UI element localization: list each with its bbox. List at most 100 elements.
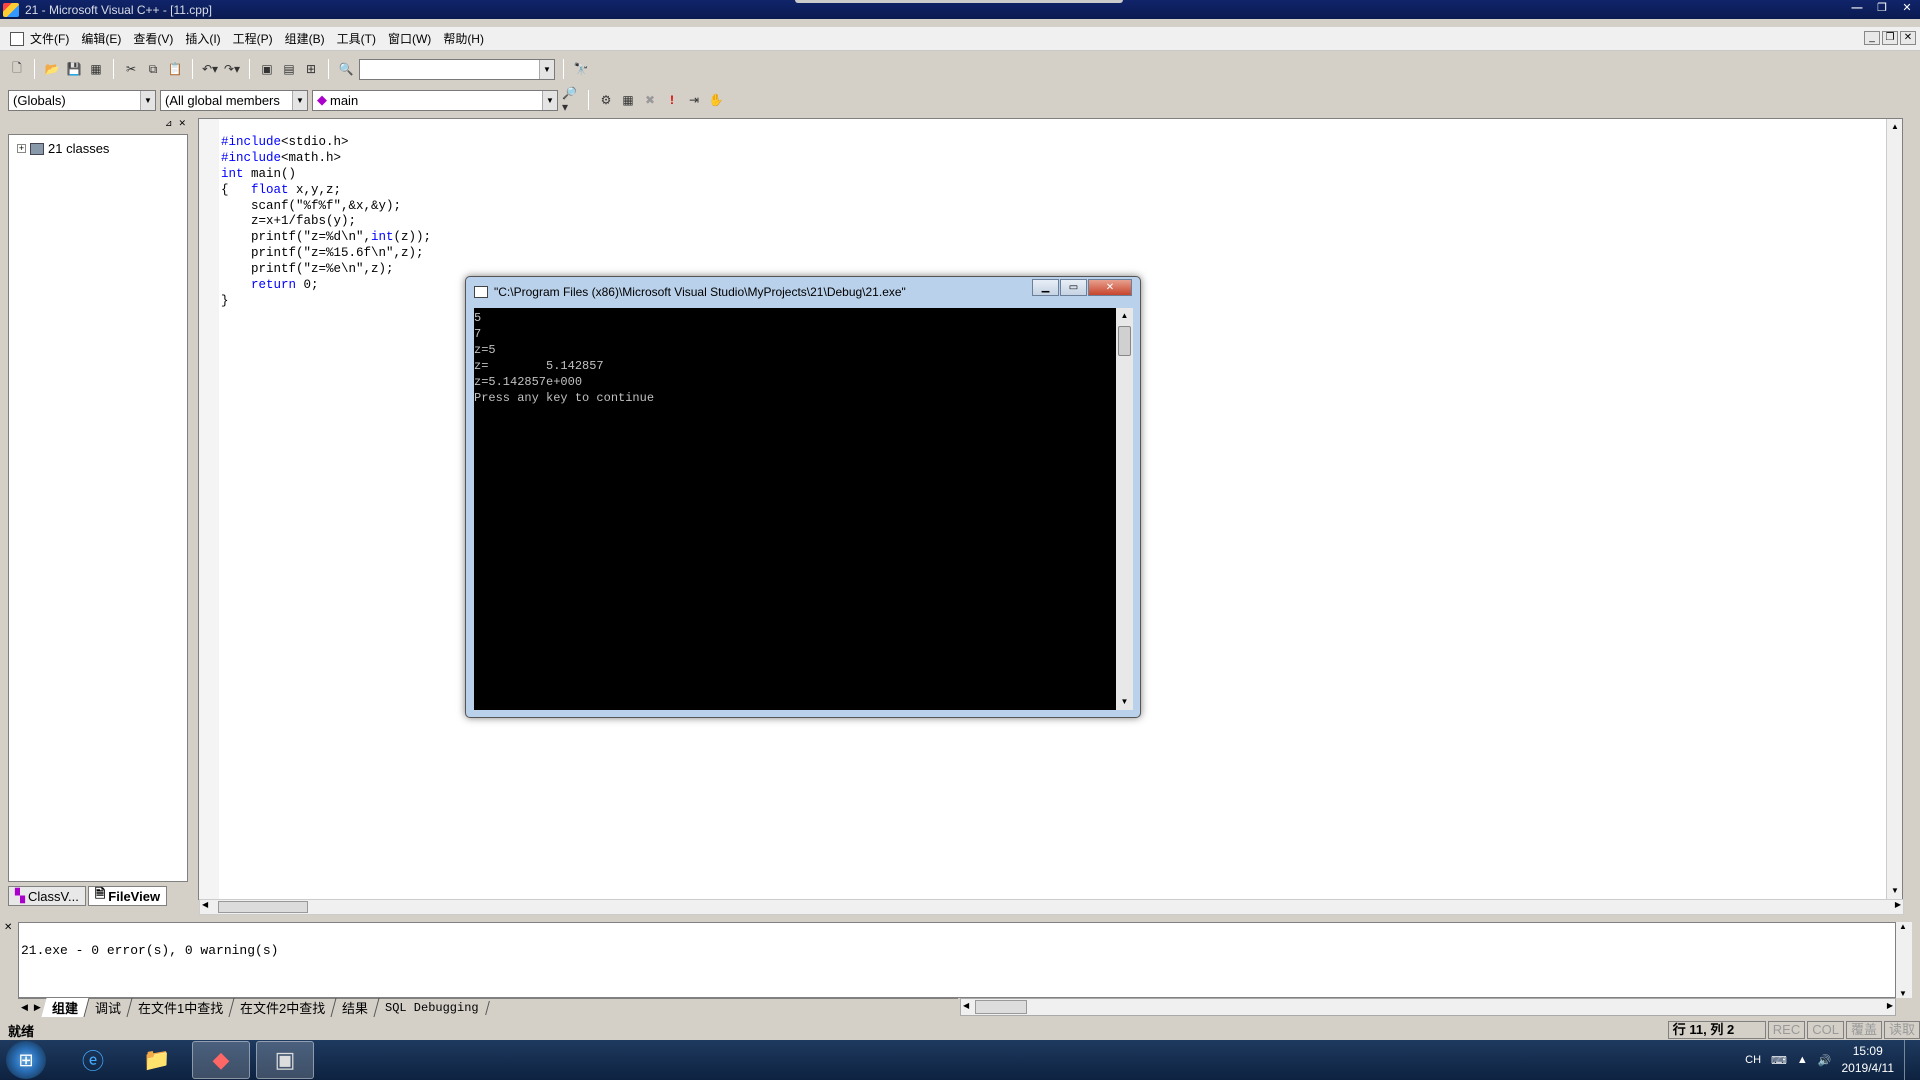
windows-taskbar: ⊞ ⓔ 📁 ◆ ▣ CH ⌨ ▲ 🔊 15:09 2019/4/11 bbox=[0, 1040, 1920, 1080]
maximize-button[interactable]: ❐ bbox=[1871, 1, 1893, 16]
scroll-down-icon[interactable]: ▼ bbox=[1116, 694, 1133, 710]
file-explorer-icon[interactable]: 📁 bbox=[128, 1041, 186, 1079]
tab-fileview[interactable]: 🗎 FileView bbox=[87, 886, 168, 906]
output-horizontal-scrollbar[interactable]: ◀ ▶ bbox=[960, 998, 1896, 1016]
menu-window[interactable]: 窗口(W) bbox=[382, 30, 437, 47]
scroll-thumb[interactable] bbox=[975, 1000, 1027, 1014]
breakpoint-hand-icon[interactable]: ✋ bbox=[707, 91, 725, 109]
scroll-thumb[interactable] bbox=[218, 901, 308, 913]
tab-results[interactable]: 结果 bbox=[331, 998, 380, 1017]
tree-root[interactable]: + 21 classes bbox=[17, 141, 109, 156]
mdi-close-icon[interactable]: ✕ bbox=[1900, 31, 1916, 45]
tab-build[interactable]: 组建 bbox=[41, 998, 90, 1017]
members-combo-value: (All global members bbox=[165, 92, 280, 108]
document-icon[interactable] bbox=[10, 31, 24, 46]
console-scrollbar[interactable]: ▲ ▼ bbox=[1116, 308, 1133, 710]
save-icon[interactable]: 💾 bbox=[65, 60, 83, 78]
find-in-files-icon[interactable]: 🔍 bbox=[337, 60, 355, 78]
workspace-icon[interactable]: ▣ bbox=[258, 60, 276, 78]
menu-edit[interactable]: 编辑(E) bbox=[75, 30, 127, 47]
menu-file[interactable]: 文件(F) bbox=[24, 30, 75, 47]
wizard-action-icon[interactable]: 🔎▾ bbox=[562, 86, 580, 114]
menu-view[interactable]: 查看(V) bbox=[127, 30, 179, 47]
ime-indicator[interactable]: CH bbox=[1745, 1054, 1761, 1066]
mdi-minimize-icon[interactable]: _ bbox=[1864, 31, 1880, 45]
console-maximize-button[interactable]: ▭ bbox=[1060, 279, 1087, 296]
tab-find-in-files-1[interactable]: 在文件1中查找 bbox=[127, 998, 235, 1017]
expand-icon[interactable]: + bbox=[17, 144, 26, 153]
tab-prev-icon[interactable]: ◀ bbox=[18, 1002, 31, 1013]
show-desktop-button[interactable] bbox=[1904, 1040, 1914, 1080]
tab-find-in-files-2[interactable]: 在文件2中查找 bbox=[229, 998, 337, 1017]
tab-debug[interactable]: 调试 bbox=[84, 998, 133, 1017]
output-window-icon[interactable]: ▤ bbox=[280, 60, 298, 78]
output-close-icon[interactable]: ✕ bbox=[4, 922, 12, 933]
scroll-thumb[interactable] bbox=[1118, 326, 1131, 356]
editor-horizontal-scrollbar[interactable]: ◀ ▶ bbox=[199, 899, 1904, 915]
redo-icon[interactable]: ↷▾ bbox=[223, 60, 241, 78]
editor-vertical-scrollbar[interactable]: ▲ ▼ bbox=[1886, 119, 1902, 899]
members-combo[interactable]: (All global members ▼ bbox=[160, 89, 308, 111]
cut-icon[interactable]: ✂ bbox=[122, 60, 140, 78]
scroll-up-icon[interactable]: ▲ bbox=[1899, 922, 1907, 931]
console-close-button[interactable]: ✕ bbox=[1088, 279, 1132, 296]
scroll-left-icon[interactable]: ◀ bbox=[202, 900, 208, 909]
output-vertical-scrollbar[interactable]: ▲ ▼ bbox=[1896, 922, 1912, 998]
visual-cpp-taskbar-icon[interactable]: ◆ bbox=[192, 1041, 250, 1079]
stop-build-icon[interactable]: ✖ bbox=[641, 91, 659, 109]
tab-classview-label: ClassV... bbox=[28, 888, 79, 904]
menu-tools[interactable]: 工具(T) bbox=[331, 30, 382, 47]
window-list-icon[interactable]: ⊞ bbox=[302, 60, 320, 78]
scroll-down-icon[interactable]: ▼ bbox=[1887, 883, 1903, 899]
build-icon[interactable]: ▦ bbox=[619, 91, 637, 109]
go-icon[interactable]: ⇥ bbox=[685, 91, 703, 109]
scroll-down-icon[interactable]: ▼ bbox=[1899, 989, 1907, 998]
scroll-right-icon[interactable]: ▶ bbox=[1887, 1001, 1893, 1010]
console-minimize-button[interactable]: ▁ bbox=[1032, 279, 1059, 296]
paste-icon[interactable]: 📋 bbox=[166, 60, 184, 78]
mdi-restore-icon[interactable]: ❐ bbox=[1882, 31, 1898, 45]
workspace-close-icon[interactable]: ✕ bbox=[178, 118, 186, 130]
dock-icon[interactable]: ⊿ bbox=[165, 118, 173, 130]
undo-icon[interactable]: ↶▾ bbox=[201, 60, 219, 78]
title-glow bbox=[795, 0, 1123, 3]
find-icon[interactable]: 🔭 bbox=[572, 60, 590, 78]
internet-explorer-icon[interactable]: ⓔ bbox=[64, 1041, 122, 1079]
execute-icon[interactable]: ! bbox=[663, 91, 681, 109]
scroll-right-icon[interactable]: ▶ bbox=[1895, 900, 1901, 909]
chevron-down-icon[interactable]: ▼ bbox=[542, 90, 557, 110]
menu-project[interactable]: 工程(P) bbox=[227, 30, 279, 47]
console-output-area[interactable]: 5 7 z=5 z= 5.142857 z=5.142857e+000 Press any… bbox=[474, 308, 1116, 710]
chevron-down-icon[interactable]: ▼ bbox=[539, 59, 554, 79]
save-all-icon[interactable]: ▦ bbox=[87, 60, 105, 78]
close-button[interactable]: ✕ bbox=[1896, 1, 1918, 16]
menu-insert[interactable]: 插入(I) bbox=[179, 30, 226, 47]
copy-icon[interactable]: ⧉ bbox=[144, 60, 162, 78]
minimize-button[interactable]: — bbox=[1846, 1, 1868, 16]
globals-combo[interactable]: (Globals) ▼ bbox=[8, 89, 156, 111]
tab-classview[interactable]: ▚ ClassV... bbox=[8, 886, 86, 906]
console-window[interactable]: "C:\Program Files (x86)\Microsoft Visual… bbox=[465, 276, 1141, 718]
scroll-left-icon[interactable]: ◀ bbox=[963, 1001, 969, 1010]
chevron-down-icon[interactable]: ▼ bbox=[292, 90, 307, 110]
clock[interactable]: 15:09 2019/4/11 bbox=[1842, 1043, 1895, 1077]
new-file-icon[interactable]: 🗋 bbox=[8, 60, 26, 78]
function-combo[interactable]: ◆ main ▼ bbox=[312, 89, 558, 111]
compile-icon[interactable]: ⚙ bbox=[597, 91, 615, 109]
tray-expand-icon[interactable]: ▲ bbox=[1797, 1054, 1808, 1066]
find-combo[interactable]: ▼ bbox=[359, 58, 555, 80]
code-line-5: scanf("%f%f",&x,&y); bbox=[221, 198, 402, 213]
chevron-down-icon[interactable]: ▼ bbox=[140, 90, 155, 110]
build-output[interactable]: 21.exe - 0 error(s), 0 warning(s) bbox=[18, 922, 1896, 998]
menu-help[interactable]: 帮助(H) bbox=[437, 30, 490, 47]
volume-icon[interactable]: 🔊 bbox=[1818, 1054, 1832, 1067]
scroll-up-icon[interactable]: ▲ bbox=[1116, 308, 1133, 324]
tab-sql-debugging[interactable]: SQL Debugging bbox=[375, 1000, 490, 1015]
console-taskbar-icon[interactable]: ▣ bbox=[256, 1041, 314, 1079]
source-code[interactable]: #include<stdio.h> #include<math.h> int mai… bbox=[221, 119, 431, 342]
keyboard-icon[interactable]: ⌨ bbox=[1771, 1054, 1787, 1067]
start-button[interactable]: ⊞ bbox=[6, 1041, 46, 1079]
open-folder-icon[interactable]: 📂 bbox=[43, 60, 61, 78]
menu-build[interactable]: 组建(B) bbox=[279, 30, 331, 47]
scroll-up-icon[interactable]: ▲ bbox=[1887, 119, 1903, 135]
